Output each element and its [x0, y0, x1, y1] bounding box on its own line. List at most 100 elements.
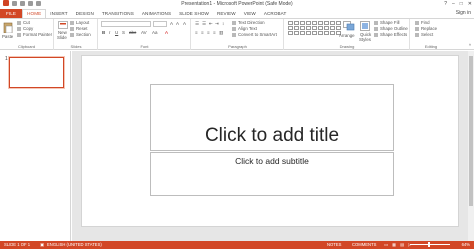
text-direction-button[interactable]: Text Direction [232, 20, 265, 25]
normal-view-icon[interactable]: ▭ [384, 241, 388, 249]
shape-icon[interactable] [300, 26, 305, 30]
replace-button[interactable]: Replace [415, 26, 437, 31]
shape-icon[interactable] [306, 31, 311, 35]
tab-review[interactable]: REVIEW [213, 9, 240, 18]
justify-icon[interactable]: ≡ [213, 30, 216, 35]
align-text-button[interactable]: Align Text [232, 26, 257, 31]
font-size-field[interactable] [153, 21, 167, 27]
font-name-field[interactable] [101, 21, 151, 27]
shape-icon[interactable] [330, 26, 335, 30]
shape-icon[interactable] [294, 21, 299, 25]
zoom-slider[interactable] [410, 242, 450, 247]
help-button[interactable]: ? [444, 0, 447, 9]
proofing-icon[interactable]: ▣ [40, 241, 44, 249]
shape-icon[interactable] [300, 31, 305, 35]
zoom-slider-thumb[interactable] [428, 242, 430, 247]
cut-button[interactable]: Cut [17, 20, 30, 25]
columns-icon[interactable]: ▥ [219, 30, 223, 35]
shape-icon[interactable] [300, 21, 305, 25]
align-center-icon[interactable]: ≡ [201, 30, 204, 35]
shape-icon[interactable] [324, 21, 329, 25]
bullets-icon[interactable]: ☰ [195, 21, 199, 26]
new-slide-icon[interactable] [58, 21, 68, 29]
clear-formatting-icon[interactable]: A [183, 21, 186, 26]
slide-sorter-icon[interactable]: ▦ [392, 241, 396, 249]
paste-icon[interactable] [3, 21, 13, 33]
maximize-button[interactable]: □ [460, 0, 463, 9]
sign-in-link[interactable]: Sign in [456, 10, 471, 17]
shape-icon[interactable] [318, 26, 323, 30]
tab-home[interactable]: HOME [22, 9, 47, 18]
zoom-level[interactable]: 64% [462, 241, 470, 249]
title-placeholder[interactable]: Click to add title [150, 84, 394, 151]
tab-animations[interactable]: ANIMATIONS [138, 9, 175, 18]
shape-icon[interactable] [318, 21, 323, 25]
slide-canvas[interactable]: Click to add title Click to add subtitle [81, 55, 459, 227]
arrange-button[interactable]: Arrange [339, 33, 355, 38]
bold-icon[interactable]: B [102, 30, 105, 35]
shape-icon[interactable] [306, 26, 311, 30]
shape-fill-button[interactable]: Shape Fill [374, 20, 400, 25]
numbering-icon[interactable]: ☰ [202, 21, 206, 26]
select-button[interactable]: Select [415, 32, 433, 37]
shape-icon[interactable] [324, 26, 329, 30]
shrink-font-icon[interactable]: A [176, 21, 179, 26]
new-slide-label-2[interactable]: Slide [57, 35, 67, 40]
slide-thumbnail[interactable] [9, 57, 64, 88]
shape-outline-button[interactable]: Shape Outline [374, 26, 408, 31]
tab-slide-show[interactable]: SLIDE SHOW [175, 9, 213, 18]
shape-icon[interactable] [324, 31, 329, 35]
paste-button[interactable]: Paste [2, 34, 13, 39]
decrease-indent-icon[interactable]: ⇤ [209, 21, 213, 26]
shape-effects-button[interactable]: Shape Effects [374, 32, 407, 37]
subtitle-placeholder[interactable]: Click to add subtitle [150, 152, 394, 196]
change-case-icon[interactable]: Aa [152, 30, 158, 35]
shape-icon[interactable] [318, 31, 323, 35]
font-color-icon[interactable]: A [165, 30, 168, 35]
reset-button[interactable]: Reset [70, 26, 87, 31]
shape-icon[interactable] [312, 21, 317, 25]
arrange-icon[interactable] [343, 21, 355, 31]
comments-button[interactable]: COMMENTS [352, 241, 376, 249]
strikethrough-icon[interactable]: abc [129, 30, 136, 35]
shapes-gallery[interactable] [288, 21, 341, 35]
shape-icon[interactable] [306, 21, 311, 25]
shadow-icon[interactable]: S [122, 30, 125, 35]
tab-design[interactable]: DESIGN [72, 9, 98, 18]
italic-icon[interactable]: I [109, 30, 110, 35]
vertical-scrollbar[interactable] [468, 51, 474, 241]
notes-button[interactable]: NOTES [327, 241, 341, 249]
close-button[interactable]: ✕ [468, 0, 472, 9]
find-button[interactable]: Find [415, 20, 430, 25]
shape-icon[interactable] [288, 26, 293, 30]
line-spacing-icon[interactable]: ↕ [222, 21, 224, 26]
reading-view-icon[interactable]: ▤ [400, 241, 404, 249]
shape-icon[interactable] [336, 26, 341, 30]
copy-button[interactable]: Copy [17, 26, 33, 31]
shape-icon[interactable] [336, 21, 341, 25]
shape-icon[interactable] [330, 21, 335, 25]
shape-icon[interactable] [294, 31, 299, 35]
quick-styles-icon[interactable] [360, 21, 370, 31]
grow-font-icon[interactable]: A [170, 21, 173, 26]
tab-insert[interactable]: INSERT [46, 9, 71, 18]
quick-styles-label-2[interactable]: Styles [359, 37, 371, 42]
tab-acrobat[interactable]: ACROBAT [260, 9, 291, 18]
format-painter-button[interactable]: Format Painter [17, 32, 52, 37]
shape-icon[interactable] [312, 26, 317, 30]
layout-button[interactable]: Layout [70, 20, 89, 25]
convert-smartart-button[interactable]: Convert to SmartArt [232, 32, 277, 37]
language-indicator[interactable]: ENGLISH (UNITED STATES) [47, 241, 102, 249]
shape-icon[interactable] [288, 21, 293, 25]
collapse-ribbon-icon[interactable]: ^ [469, 43, 471, 48]
shape-icon[interactable] [288, 31, 293, 35]
minimize-button[interactable]: – [452, 0, 455, 9]
increase-indent-icon[interactable]: ⇥ [215, 21, 219, 26]
slideshow-view-icon[interactable]: ▷ [408, 241, 411, 249]
shape-icon[interactable] [330, 31, 335, 35]
scrollbar-thumb[interactable] [469, 56, 473, 206]
tab-view[interactable]: VIEW [240, 9, 260, 18]
underline-icon[interactable]: U [115, 30, 118, 35]
tab-transitions[interactable]: TRANSITIONS [98, 9, 138, 18]
align-left-icon[interactable]: ≡ [195, 30, 198, 35]
